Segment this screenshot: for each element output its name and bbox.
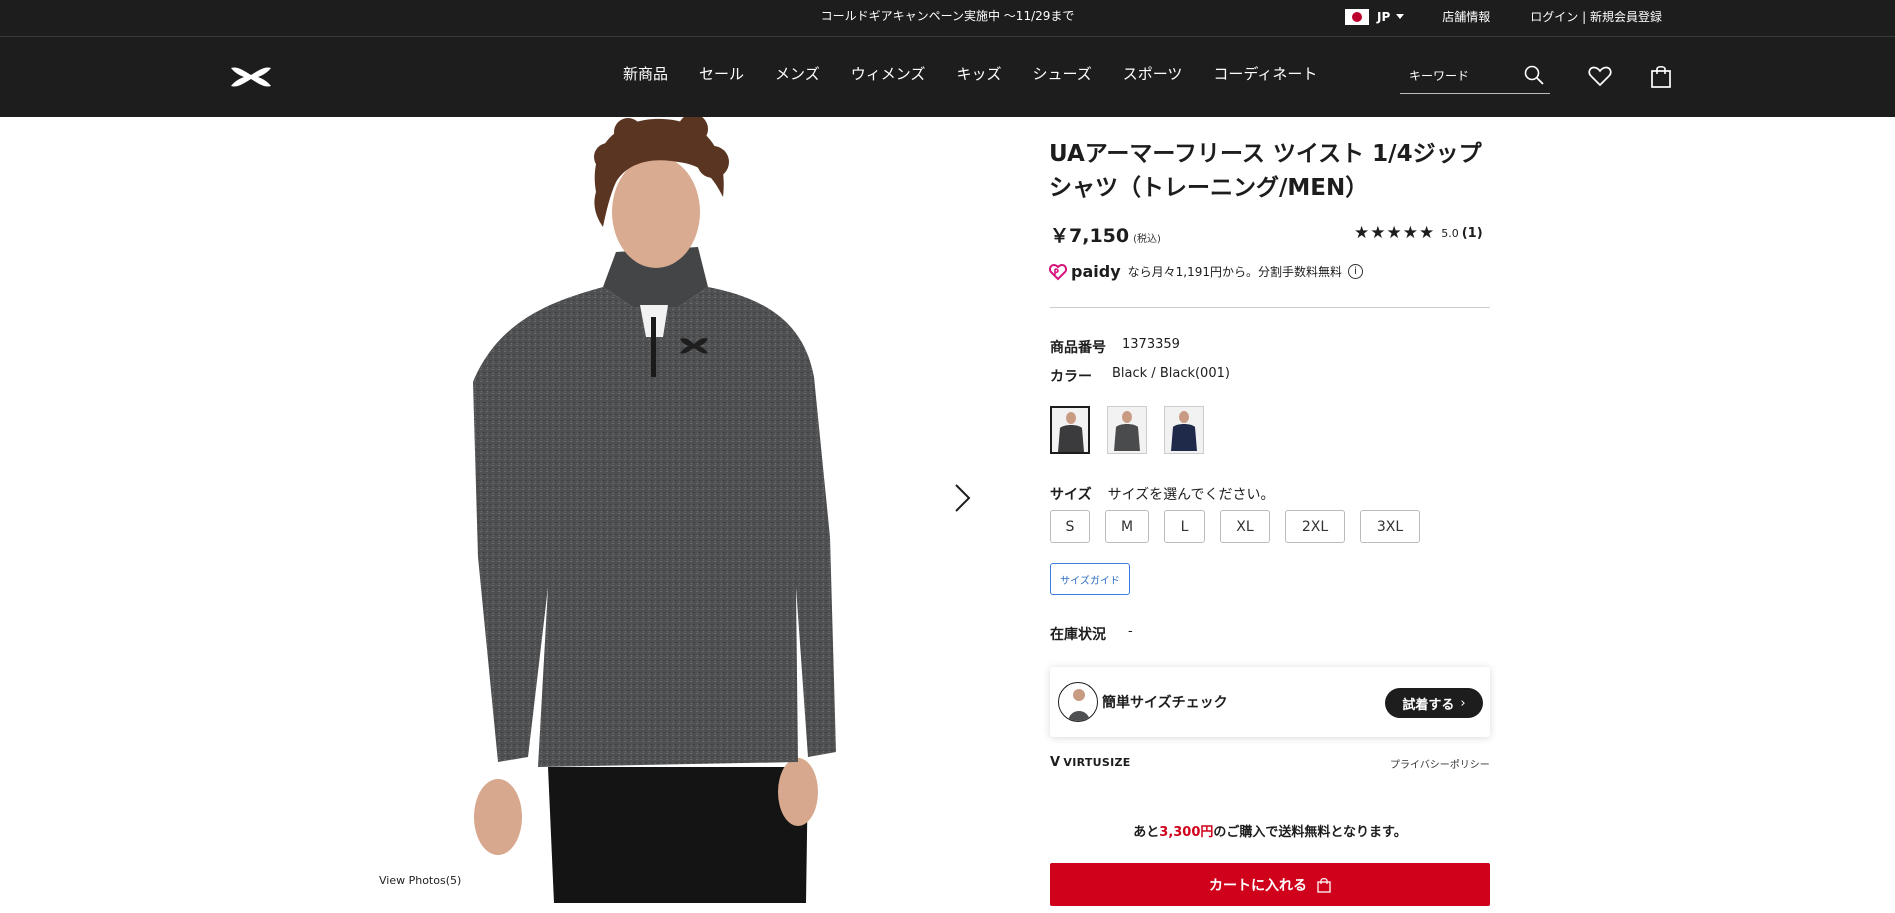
nav-womens[interactable]: ウィメンズ — [851, 63, 926, 84]
size-button-m[interactable]: M — [1105, 510, 1149, 543]
size-button-2xl[interactable]: 2XL — [1285, 510, 1345, 543]
next-photo-chevron-icon[interactable] — [952, 482, 974, 514]
price: ￥7,150 (税込) — [1050, 221, 1161, 248]
rating-score: 5.0 — [1441, 226, 1459, 240]
chevron-down-icon[interactable] — [1396, 14, 1405, 19]
size-options: S M L XL 2XL 3XL — [1050, 510, 1435, 543]
size-button-l[interactable]: L — [1164, 510, 1205, 543]
color-row: カラー Black / Black(001) — [1050, 366, 1230, 386]
size-button-3xl[interactable]: 3XL — [1360, 510, 1420, 543]
sku-row: 商品番号 1373359 — [1050, 337, 1180, 357]
store-info-link[interactable]: 店舗情報 — [1442, 8, 1490, 25]
virtusize-logo-icon: V — [1050, 755, 1061, 770]
stock-row: 在庫状況 - — [1050, 624, 1133, 644]
size-button-xl[interactable]: XL — [1220, 510, 1270, 543]
color-swatch-charcoal[interactable] — [1107, 406, 1147, 454]
japan-flag-icon[interactable] — [1345, 8, 1369, 25]
paidy-logo-icon — [1049, 263, 1067, 280]
review-count-link[interactable]: (1) — [1462, 226, 1483, 241]
heart-icon[interactable] — [1588, 65, 1612, 87]
utility-links: JP 店舗情報 ログイン | 新規会員登録 — [1345, 8, 1662, 25]
nav-sports[interactable]: スポーツ — [1123, 63, 1183, 84]
paidy-installment: paidy なら月々1,191円から。分割手数料無料 i — [1049, 262, 1363, 281]
privacy-policy-link[interactable]: プライバシーポリシー — [1390, 756, 1490, 771]
nav-coordinate[interactable]: コーディネート — [1213, 63, 1317, 84]
color-swatch-navy[interactable] — [1164, 406, 1204, 454]
try-on-label: 試着する — [1402, 697, 1455, 713]
size-guide-button[interactable]: サイズガイド — [1050, 563, 1130, 595]
try-on-button[interactable]: 試着する › — [1385, 688, 1483, 718]
size-button-s[interactable]: S — [1050, 510, 1090, 543]
rating[interactable]: ★★★★★ 5.0 (1) — [1354, 223, 1483, 243]
view-photos-link[interactable]: View Photos(5) — [379, 874, 461, 887]
sku-label: 商品番号 — [1050, 340, 1106, 356]
shipping-post: のご購入で送料無料となります。 — [1213, 825, 1407, 840]
search-placeholder: キーワード — [1409, 69, 1470, 83]
site-header: 新商品 セール メンズ ウィメンズ キッズ シューズ スポーツ コーディネート … — [0, 37, 1895, 117]
divider — [1050, 307, 1490, 308]
search-input[interactable]: キーワード — [1400, 58, 1550, 94]
region-selector[interactable]: JP — [1377, 10, 1390, 24]
model-image — [473, 117, 836, 903]
shipping-amount: 3,300円 — [1159, 825, 1214, 840]
product-photo[interactable] — [378, 117, 1008, 903]
virtusize-brand-text: VIRTUSIZE — [1063, 756, 1131, 769]
search-icon[interactable] — [1524, 65, 1544, 85]
nav-new-arrivals[interactable]: 新商品 — [623, 63, 668, 84]
rating-stars-icon: ★★★★★ — [1354, 223, 1436, 243]
add-to-cart-button[interactable]: カートに入れる — [1050, 863, 1490, 906]
nav-sale[interactable]: セール — [699, 63, 744, 84]
stock-label: 在庫状況 — [1050, 627, 1106, 643]
nav-kids[interactable]: キッズ — [956, 63, 1001, 84]
paidy-brand: paidy — [1071, 262, 1121, 281]
stock-value: - — [1128, 624, 1133, 639]
add-to-cart-label: カートに入れる — [1209, 877, 1307, 894]
chevron-right-icon: › — [1460, 695, 1466, 711]
size-prompt: サイズを選んでください。 — [1107, 487, 1275, 503]
virtusize-title: 簡単サイズチェック — [1102, 695, 1228, 711]
color-value: Black / Black(001) — [1112, 366, 1230, 381]
login-register-link[interactable]: ログイン | 新規会員登録 — [1530, 8, 1662, 25]
main-nav: 新商品 セール メンズ ウィメンズ キッズ シューズ スポーツ コーディネート — [623, 63, 1348, 84]
color-swatches — [1050, 406, 1221, 454]
size-row: サイズ サイズを選んでください。 — [1050, 484, 1274, 504]
bag-icon[interactable] — [1650, 64, 1672, 88]
color-swatch-black[interactable] — [1050, 406, 1090, 454]
free-shipping-notice: あと3,300円のご購入で送料無料となります。 — [1050, 821, 1490, 840]
virtusize-avatar-icon — [1058, 682, 1098, 722]
paidy-text: なら月々1,191円から。分割手数料無料 — [1127, 265, 1342, 279]
product-title: UAアーマーフリース ツイスト 1/4ジップシャツ（トレーニング/MEN） — [1049, 141, 1482, 201]
color-label: カラー — [1050, 369, 1092, 385]
under-armour-logo-icon[interactable] — [229, 64, 273, 90]
announcement-bar: コールドギアキャンペーン実施中 〜11/29まで JP 店舗情報 ログイン | … — [0, 0, 1895, 37]
virtusize-widget: 簡単サイズチェック 試着する › — [1050, 667, 1490, 737]
virtusize-brand: V VIRTUSIZE — [1050, 755, 1131, 770]
tax-note: (税込) — [1133, 234, 1161, 245]
nav-mens[interactable]: メンズ — [775, 63, 820, 84]
size-label: サイズ — [1050, 487, 1092, 503]
sku-value: 1373359 — [1122, 337, 1180, 352]
nav-shoes[interactable]: シューズ — [1032, 63, 1091, 84]
bag-icon — [1317, 877, 1331, 893]
shipping-pre: あと — [1133, 825, 1160, 840]
price-value: ￥7,150 — [1050, 225, 1130, 247]
info-icon[interactable]: i — [1347, 264, 1363, 279]
